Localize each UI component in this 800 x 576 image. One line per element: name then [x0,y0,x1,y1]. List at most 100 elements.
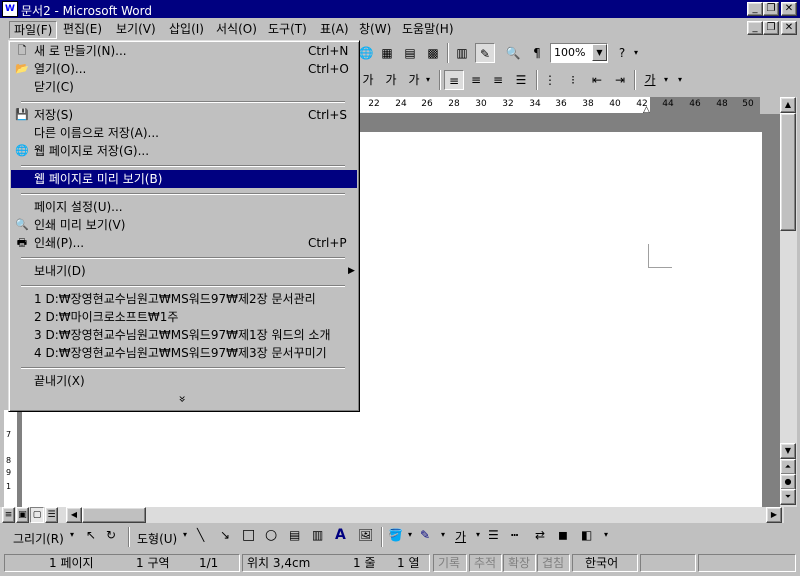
insert-excel-icon[interactable]: ▩ [423,43,443,63]
zoom-dropdown-icon[interactable]: ▼ [592,44,607,61]
align-center-icon[interactable]: ≡ [466,70,486,90]
distribute-icon[interactable]: ☰ [511,70,531,90]
horizontal-scrollbar[interactable]: ≡ ▣ ▢ ☰ ◀ ▶ [0,507,784,523]
scroll-down-icon[interactable]: ▼ [780,443,796,459]
outline-view-icon[interactable]: ☰ [45,507,58,523]
scroll-thumb[interactable] [780,113,796,231]
phonetic-guide-icon[interactable]: 가 [404,70,424,90]
menu-help[interactable]: 도움말(H) [398,21,458,39]
doc-map-icon[interactable]: 🔍 [503,43,523,63]
scroll-right-icon[interactable]: ▶ [766,507,782,523]
tables-borders-icon[interactable]: ▦ [377,43,397,63]
format-more-icon[interactable]: ▾ [675,70,685,90]
fill-color-icon[interactable]: 🪣 [388,528,403,542]
print-layout-view-icon[interactable]: ▢ [30,507,44,523]
shadow-icon[interactable]: ◼ [558,528,568,542]
arrow-style-icon[interactable]: ⇄ [535,528,545,542]
web-layout-view-icon[interactable]: ▣ [16,507,29,523]
fill-color-dropdown-icon[interactable]: ▾ [408,530,412,539]
menu-item-recent-3[interactable]: 3 D:₩장영현교수님원고₩MS워드97₩제1장 워드의 소개 [11,326,357,344]
arrow-icon[interactable]: ↘ [220,528,230,542]
normal-view-icon[interactable]: ≡ [2,507,15,523]
text-box-icon[interactable]: ▤ [289,528,300,542]
scroll-left-icon[interactable]: ◀ [66,507,82,523]
draw-font-color-dropdown-icon[interactable]: ▾ [476,530,480,539]
scroll-up-icon[interactable]: ▲ [780,97,796,113]
3d-icon[interactable]: ◧ [581,528,592,542]
menu-item-send-to[interactable]: 보내기(D) ▶ [11,262,357,280]
menu-item-recent-4[interactable]: 4 D:₩장영현교수님원고₩MS워드97₩제3장 문서꾸미기 [11,344,357,362]
menu-tools[interactable]: 도구(T) [264,21,311,39]
doc-minimize-icon[interactable]: _ [747,21,763,35]
insert-table-icon[interactable]: ▤ [400,43,420,63]
status-ext[interactable]: 확장 [503,554,536,572]
doc-close-icon[interactable]: ✕ [781,21,797,35]
char-border-icon[interactable]: 가 [381,70,401,90]
horizontal-ruler[interactable]: 22 24 26 28 30 32 34 36 38 40 42 44 46 4… [360,97,760,115]
status-trk[interactable]: 추적 [469,554,502,572]
menu-item-save-as[interactable]: 다른 이름으로 저장(A)... [11,124,357,142]
menu-item-exit[interactable]: 끝내기(X) [11,372,357,390]
menu-edit[interactable]: 편집(E) [59,21,106,39]
menu-item-recent-2[interactable]: 2 D:₩마이크로소프트₩1주 [11,308,357,326]
draw-font-color-icon[interactable]: 가 [455,528,466,545]
menu-insert[interactable]: 삽입(I) [165,21,208,39]
menu-window[interactable]: 창(W) [355,21,395,39]
restore-icon[interactable]: ❐ [763,2,779,16]
status-spelling[interactable] [640,554,696,572]
menu-item-new[interactable]: 🗋 새 로 만들기(N)... Ctrl+N [11,42,357,60]
menu-item-print-preview[interactable]: 🔍 인쇄 미리 보기(V) [11,216,357,234]
menu-expand-chevron[interactable]: » [11,392,357,410]
draw-menu-button[interactable]: 그리기(R) [13,530,64,547]
zoom-select[interactable]: 100% ▼ [550,43,608,63]
increase-indent-icon[interactable]: ⇥ [610,70,630,90]
char-shading-icon[interactable]: 가 [358,70,378,90]
decrease-indent-icon[interactable]: ⇤ [587,70,607,90]
help-icon[interactable]: ? [612,43,632,63]
menu-file[interactable]: 파일(F) [9,21,58,39]
show-hide-icon[interactable]: ¶ [527,43,547,63]
line-style-icon[interactable]: ☰ [488,528,499,542]
autoshapes-dropdown-icon[interactable]: ▾ [183,530,187,539]
close-icon[interactable]: ✕ [781,2,797,16]
menu-item-save-web[interactable]: 🌐 웹 페이지로 저장(G)... [11,142,357,160]
draw-dropdown-icon[interactable]: ▾ [70,530,74,539]
numbering-icon[interactable]: ⋮ [540,70,560,90]
prev-page-icon[interactable]: ⏶ [780,459,796,475]
toolbar-more-icon[interactable]: ▾ [631,43,641,63]
autoshapes-menu-button[interactable]: 도형(U) [137,530,177,547]
bullets-icon[interactable]: ⁝ [563,70,583,90]
menu-table[interactable]: 표(A) [316,21,353,39]
free-rotate-icon[interactable]: ↻ [106,528,116,542]
menu-item-recent-1[interactable]: 1 D:₩장영현교수님원고₩MS워드97₩제2장 문서관리 [11,290,357,308]
clip-art-icon[interactable]: 🖼 [358,528,373,542]
word-app-icon[interactable]: W [2,1,18,17]
drawing-more-icon[interactable]: ▾ [604,530,608,539]
menu-item-save[interactable]: 💾 저장(S) Ctrl+S [11,106,357,124]
line-color-icon[interactable]: ✎ [420,528,430,542]
columns-icon[interactable]: ▥ [452,43,472,63]
next-page-icon[interactable]: ⏷ [780,489,796,505]
doc-restore-icon[interactable]: ❐ [763,21,779,35]
line-color-dropdown-icon[interactable]: ▾ [441,530,445,539]
wordart-icon[interactable]: A [335,527,346,543]
status-language[interactable]: 한국어 [572,554,638,572]
dash-style-icon[interactable]: ┅ [511,528,518,542]
drawing-icon[interactable]: ✎ [475,43,495,63]
align-right-icon[interactable]: ≡ [488,70,508,90]
menu-view[interactable]: 보기(V) [112,21,160,39]
browse-object-icon[interactable]: ● [780,474,796,490]
oval-icon[interactable]: ○ [265,527,277,543]
vertical-scrollbar[interactable]: ▲ ▼ ⏶ ● ⏷ [780,97,797,507]
status-ovr[interactable]: 겹침 [537,554,570,572]
menu-item-print[interactable]: 🖶 인쇄(P)... Ctrl+P [11,234,357,252]
menu-item-page-setup[interactable]: 페이지 설정(U)... [11,198,357,216]
phonetic-dropdown-icon[interactable]: ▾ [423,70,433,90]
rectangle-icon[interactable]: □ [242,527,255,543]
select-objects-icon[interactable]: ↖ [86,528,96,542]
font-color-icon[interactable]: 가 [640,70,660,90]
minimize-icon[interactable]: _ [747,2,763,16]
status-rec[interactable]: 기록 [433,554,467,572]
line-icon[interactable]: ╲ [197,528,204,542]
menu-item-web-preview[interactable]: 웹 페이지로 미리 보기(B) [11,170,357,188]
